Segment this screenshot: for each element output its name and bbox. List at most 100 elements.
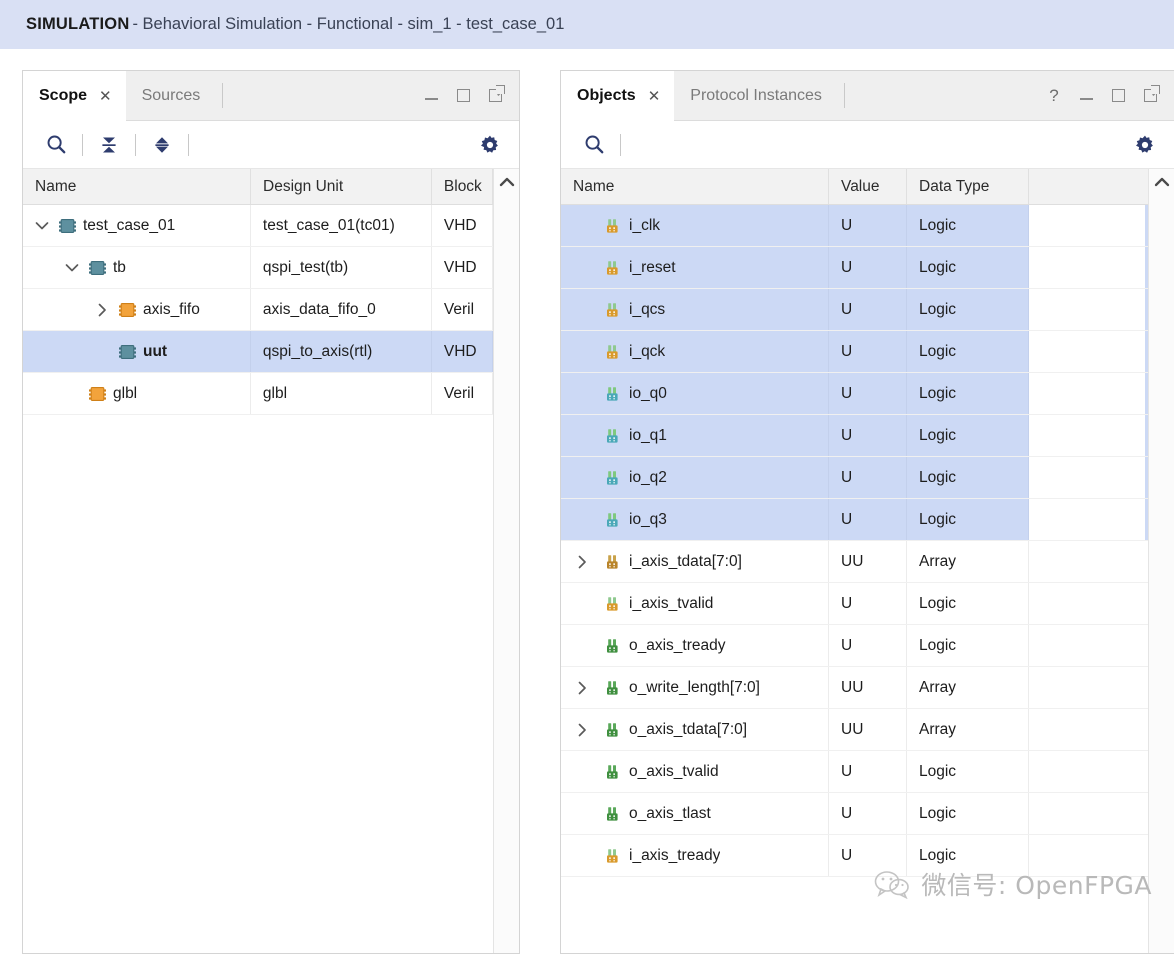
objects-row[interactable]: i_axis_tvalid U Logic <box>561 583 1148 625</box>
expand-chevron-icon[interactable] <box>31 218 53 234</box>
close-icon[interactable]: ✕ <box>648 88 661 104</box>
objects-cell-name: i_qcs <box>561 289 829 330</box>
objects-row-label: i_axis_tvalid <box>629 594 714 612</box>
signal-output-icon <box>605 764 620 779</box>
objects-cell-name: o_axis_tlast <box>561 793 829 834</box>
signal-input-array-icon <box>605 554 620 569</box>
objects-row[interactable]: i_clk U Logic <box>561 205 1148 247</box>
scope-row-label: glbl <box>113 384 138 402</box>
objects-row-label: i_reset <box>629 258 676 276</box>
objects-cell-name: io_q0 <box>561 373 829 414</box>
signal-inout-icon <box>605 386 620 401</box>
objects-row[interactable]: i_qck U Logic <box>561 331 1148 373</box>
tab-protocol-instances[interactable]: Protocol Instances <box>674 71 836 120</box>
scope-row[interactable]: test_case_01 test_case_01(tc01) VHD <box>23 205 493 247</box>
expand-chevron-icon[interactable] <box>61 260 83 276</box>
signal-input-icon <box>605 302 620 317</box>
scope-cell-design-unit: axis_data_fifo_0 <box>251 289 432 330</box>
column-header-name[interactable]: Name <box>561 169 829 204</box>
scroll-up-icon[interactable] <box>498 175 516 193</box>
objects-cell-filler <box>1029 205 1145 246</box>
objects-row[interactable]: io_q2 U Logic <box>561 457 1148 499</box>
toolbar-divider-1 <box>620 133 621 156</box>
help-icon[interactable]: ? <box>1046 86 1062 105</box>
objects-cell-value: U <box>829 205 907 246</box>
column-header-design-unit[interactable]: Design Unit <box>251 169 432 204</box>
column-header-value[interactable]: Value <box>829 169 907 204</box>
objects-row-list: i_clk U Logic i_reset U Logic i_qcs U Logic i_qck… <box>561 205 1148 877</box>
scope-row-label: test_case_01 <box>83 216 176 234</box>
scope-cell-block: Veril <box>432 289 493 330</box>
scope-table: Name Design Unit Block test_case_01 test_… <box>23 169 519 953</box>
objects-table-header: Name Value Data Type <box>561 169 1148 205</box>
signal-output-array-icon <box>605 722 620 737</box>
scope-row[interactable]: axis_fifo axis_data_fifo_0 Veril <box>23 289 493 331</box>
objects-row-label: i_qck <box>629 342 666 360</box>
scope-row[interactable]: glbl glbl Veril <box>23 373 493 415</box>
scope-cell-name: uut <box>23 331 251 372</box>
search-icon[interactable] <box>579 130 609 160</box>
objects-row[interactable]: i_reset U Logic <box>561 247 1148 289</box>
scope-table-body: Name Design Unit Block test_case_01 test_… <box>23 169 493 953</box>
tab-sources[interactable]: Sources <box>126 71 215 120</box>
objects-cell-data-type: Logic <box>907 373 1029 414</box>
objects-row[interactable]: i_axis_tdata[7:0] UU Array <box>561 541 1148 583</box>
tab-scope[interactable]: Scope ✕ <box>23 71 126 121</box>
scope-row[interactable]: tb qspi_test(tb) VHD <box>23 247 493 289</box>
objects-cell-data-type: Logic <box>907 835 1029 876</box>
objects-row[interactable]: o_write_length[7:0] UU Array <box>561 667 1148 709</box>
objects-row[interactable]: i_qcs U Logic <box>561 289 1148 331</box>
objects-cell-value: U <box>829 793 907 834</box>
module-verilog-icon <box>89 386 106 401</box>
scope-vertical-scrollbar[interactable] <box>493 169 519 953</box>
objects-cell-value: U <box>829 415 907 456</box>
expand-chevron-icon[interactable] <box>571 722 593 738</box>
objects-row[interactable]: io_q1 U Logic <box>561 415 1148 457</box>
settings-gear-icon[interactable] <box>475 130 505 160</box>
tab-sources-label: Sources <box>141 86 201 104</box>
objects-cell-data-type: Logic <box>907 457 1029 498</box>
signal-output-icon <box>605 638 620 653</box>
minimize-icon[interactable] <box>1078 88 1094 104</box>
float-icon[interactable] <box>487 88 503 104</box>
objects-cell-value: U <box>829 499 907 540</box>
objects-row[interactable]: io_q0 U Logic <box>561 373 1148 415</box>
banner-breadcrumb: - Behavioral Simulation - Functional - s… <box>132 15 565 33</box>
search-icon[interactable] <box>41 130 71 160</box>
scroll-up-icon[interactable] <box>1153 175 1171 193</box>
banner-app-label: SIMULATION <box>26 15 130 33</box>
scope-cell-design-unit: test_case_01(tc01) <box>251 205 432 246</box>
expand-chevron-icon[interactable] <box>91 302 113 318</box>
expand-all-icon[interactable] <box>147 130 177 160</box>
module-vhdl-icon <box>119 344 136 359</box>
objects-row-label: i_axis_tdata[7:0] <box>629 552 742 570</box>
column-header-block[interactable]: Block <box>432 169 493 204</box>
objects-row[interactable]: o_axis_tready U Logic <box>561 625 1148 667</box>
objects-row[interactable]: io_q3 U Logic <box>561 499 1148 541</box>
scope-cell-name: glbl <box>23 373 251 414</box>
objects-cell-filler <box>1029 457 1145 498</box>
objects-row[interactable]: o_axis_tvalid U Logic <box>561 751 1148 793</box>
objects-cell-name: o_axis_tready <box>561 625 829 666</box>
objects-cell-data-type: Array <box>907 667 1029 708</box>
float-icon[interactable] <box>1142 88 1158 104</box>
objects-vertical-scrollbar[interactable] <box>1148 169 1174 953</box>
expand-chevron-icon[interactable] <box>571 680 593 696</box>
expand-chevron-icon[interactable] <box>571 554 593 570</box>
objects-cell-data-type: Logic <box>907 751 1029 792</box>
collapse-all-icon[interactable] <box>94 130 124 160</box>
objects-row[interactable]: o_axis_tlast U Logic <box>561 793 1148 835</box>
close-icon[interactable]: ✕ <box>99 88 112 104</box>
scope-row-label: tb <box>113 258 126 276</box>
settings-gear-icon[interactable] <box>1130 130 1160 160</box>
column-header-data-type[interactable]: Data Type <box>907 169 1029 204</box>
toolbar-divider-2 <box>135 133 136 156</box>
minimize-icon[interactable] <box>423 88 439 104</box>
tab-objects[interactable]: Objects ✕ <box>561 71 675 121</box>
scope-row[interactable]: uut qspi_to_axis(rtl) VHD <box>23 331 493 373</box>
column-header-name[interactable]: Name <box>23 169 252 204</box>
objects-row[interactable]: o_axis_tdata[7:0] UU Array <box>561 709 1148 751</box>
maximize-icon[interactable] <box>455 88 471 104</box>
objects-row[interactable]: i_axis_tready U Logic <box>561 835 1148 877</box>
maximize-icon[interactable] <box>1110 88 1126 104</box>
